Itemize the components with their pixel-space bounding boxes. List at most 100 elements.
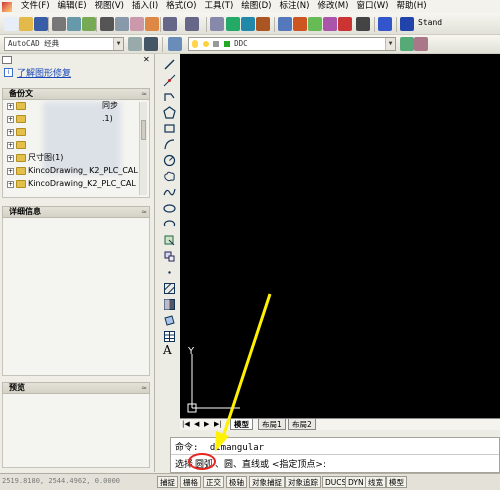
tree-item[interactable]: + .1) [7,113,113,125]
grid-toggle[interactable]: 栅格 [180,476,201,488]
snap-toggle[interactable]: 捕捉 [157,476,178,488]
zoom-window-icon[interactable] [241,17,255,31]
workspace-select[interactable]: AutoCAD 经典 ▼ [4,37,124,51]
backup-files-header[interactable]: 备份文 ≈ [2,88,150,100]
line-icon[interactable] [163,58,176,71]
layer-previous-icon[interactable] [414,37,428,51]
ellipse-arc-icon[interactable] [163,218,176,231]
preview-icon[interactable] [67,17,81,31]
region-icon[interactable] [163,314,176,327]
calculator-icon[interactable] [356,17,370,31]
ortho-toggle[interactable]: 正交 [203,476,224,488]
menu-item-0[interactable]: 文件(F) [17,0,54,13]
rectangle-icon[interactable] [163,122,176,135]
gradient-icon[interactable] [163,298,176,311]
tab-layout2[interactable]: 布局2 [288,419,316,430]
revision-cloud-icon[interactable] [163,170,176,183]
app-icon[interactable] [2,1,12,12]
menu-item-10[interactable]: 帮助(H) [393,0,431,13]
learn-recovery-link[interactable]: 了解图形修复 [17,66,71,79]
menu-item-1[interactable]: 编辑(E) [54,0,91,13]
save-icon[interactable] [34,17,48,31]
tree-item[interactable]: + [7,139,26,151]
tab-layout1[interactable]: 布局1 [258,419,286,430]
menu-item-3[interactable]: 插入(I) [128,0,162,13]
match-props-icon[interactable] [145,17,159,31]
sheet-set-icon[interactable] [323,17,337,31]
undo-icon[interactable] [163,17,177,31]
preview-header[interactable]: 预览 ≈ [2,382,150,394]
command-line[interactable]: 命令: dimangular 选择 圆弧 、圆、直线或 <指定顶点>: [170,437,500,473]
redo-icon[interactable] [185,17,199,31]
text-style-icon[interactable] [400,17,414,31]
new-icon[interactable] [4,17,18,31]
tab-nav-next-icon[interactable]: ▶ [204,419,209,430]
tab-model[interactable]: 模型 [230,419,253,430]
zoom-realtime-icon[interactable] [226,17,240,31]
panel-minimize-icon[interactable] [2,56,12,64]
close-icon[interactable]: ✕ [143,55,150,64]
circle-icon[interactable] [163,154,176,167]
tree-scrollbar[interactable] [139,102,147,195]
menu-item-7[interactable]: 标注(N) [275,0,313,13]
zoom-prev-icon[interactable] [256,17,270,31]
tree-item[interactable]: + [7,126,26,138]
help-icon[interactable] [378,17,392,31]
tree-item[interactable]: + 尺寸图(1) [7,152,63,164]
collapse-icon[interactable]: ≈ [141,89,147,99]
collapse-icon[interactable]: ≈ [141,207,147,217]
table-icon[interactable] [163,330,176,343]
tree-item[interactable]: + KincoDrawing_K2_PLC_CAL [7,178,136,190]
menu-item-5[interactable]: 工具(T) [200,0,237,13]
tab-nav-prev-icon[interactable]: ◀ [194,419,199,430]
insert-block-icon[interactable] [163,234,176,247]
layer-select[interactable]: DDC ▼ [188,37,396,51]
menu-item-9[interactable]: 窗口(W) [352,0,392,13]
menu-item-8[interactable]: 修改(M) [313,0,352,13]
markup-icon[interactable] [338,17,352,31]
osnap-toggle[interactable]: 对象捕捉 [249,476,285,488]
spline-icon[interactable] [163,186,176,199]
details-header[interactable]: 详细信息 ≈ [2,206,150,218]
layer-manager-icon[interactable] [168,37,182,51]
multiline-text-icon[interactable]: A [163,344,176,357]
chevron-down-icon[interactable]: ▼ [385,38,395,50]
copy-icon[interactable] [115,17,129,31]
make-block-icon[interactable] [163,250,176,263]
dyn-toggle[interactable]: DYN [345,476,367,488]
polar-toggle[interactable]: 极轴 [226,476,247,488]
menu-item-4[interactable]: 格式(O) [162,0,200,13]
publish-icon[interactable] [82,17,96,31]
arc-icon[interactable] [163,138,176,151]
cut-icon[interactable] [100,17,114,31]
paste-icon[interactable] [130,17,144,31]
tree-item[interactable]: + 同步 [7,100,118,112]
tab-nav-last-icon[interactable]: ▶| [214,419,222,430]
tool-palette-icon[interactable] [308,17,322,31]
workspace-settings-icon[interactable] [128,37,142,51]
make-current-layer-icon[interactable] [400,37,414,51]
open-icon[interactable] [19,17,33,31]
chevron-down-icon[interactable]: ▼ [113,38,123,50]
plot-icon[interactable] [52,17,66,31]
pan-icon[interactable] [210,17,224,31]
polygon-icon[interactable] [163,106,176,119]
lineweight-toggle[interactable]: 线宽 [365,476,386,488]
tab-nav-first-icon[interactable]: |◀ [182,419,190,430]
scroll-thumb[interactable] [141,120,146,140]
tree-item[interactable]: + KincoDrawing_ K2_PLC_CAL [7,165,138,177]
menu-item-2[interactable]: 视图(V) [91,0,128,13]
drawing-canvas[interactable]: Y [180,54,500,418]
properties-icon[interactable] [278,17,292,31]
design-center-icon[interactable] [293,17,307,31]
otrack-toggle[interactable]: 对象追踪 [285,476,321,488]
ellipse-icon[interactable] [163,202,176,215]
hatch-icon[interactable] [163,282,176,295]
menu-item-6[interactable]: 绘图(D) [237,0,275,13]
construction-line-icon[interactable] [163,74,176,87]
collapse-icon[interactable]: ≈ [141,383,147,393]
polyline-icon[interactable] [163,90,176,103]
workspace-icon[interactable] [144,37,158,51]
point-icon[interactable] [163,266,176,279]
model-toggle[interactable]: 模型 [386,476,407,488]
